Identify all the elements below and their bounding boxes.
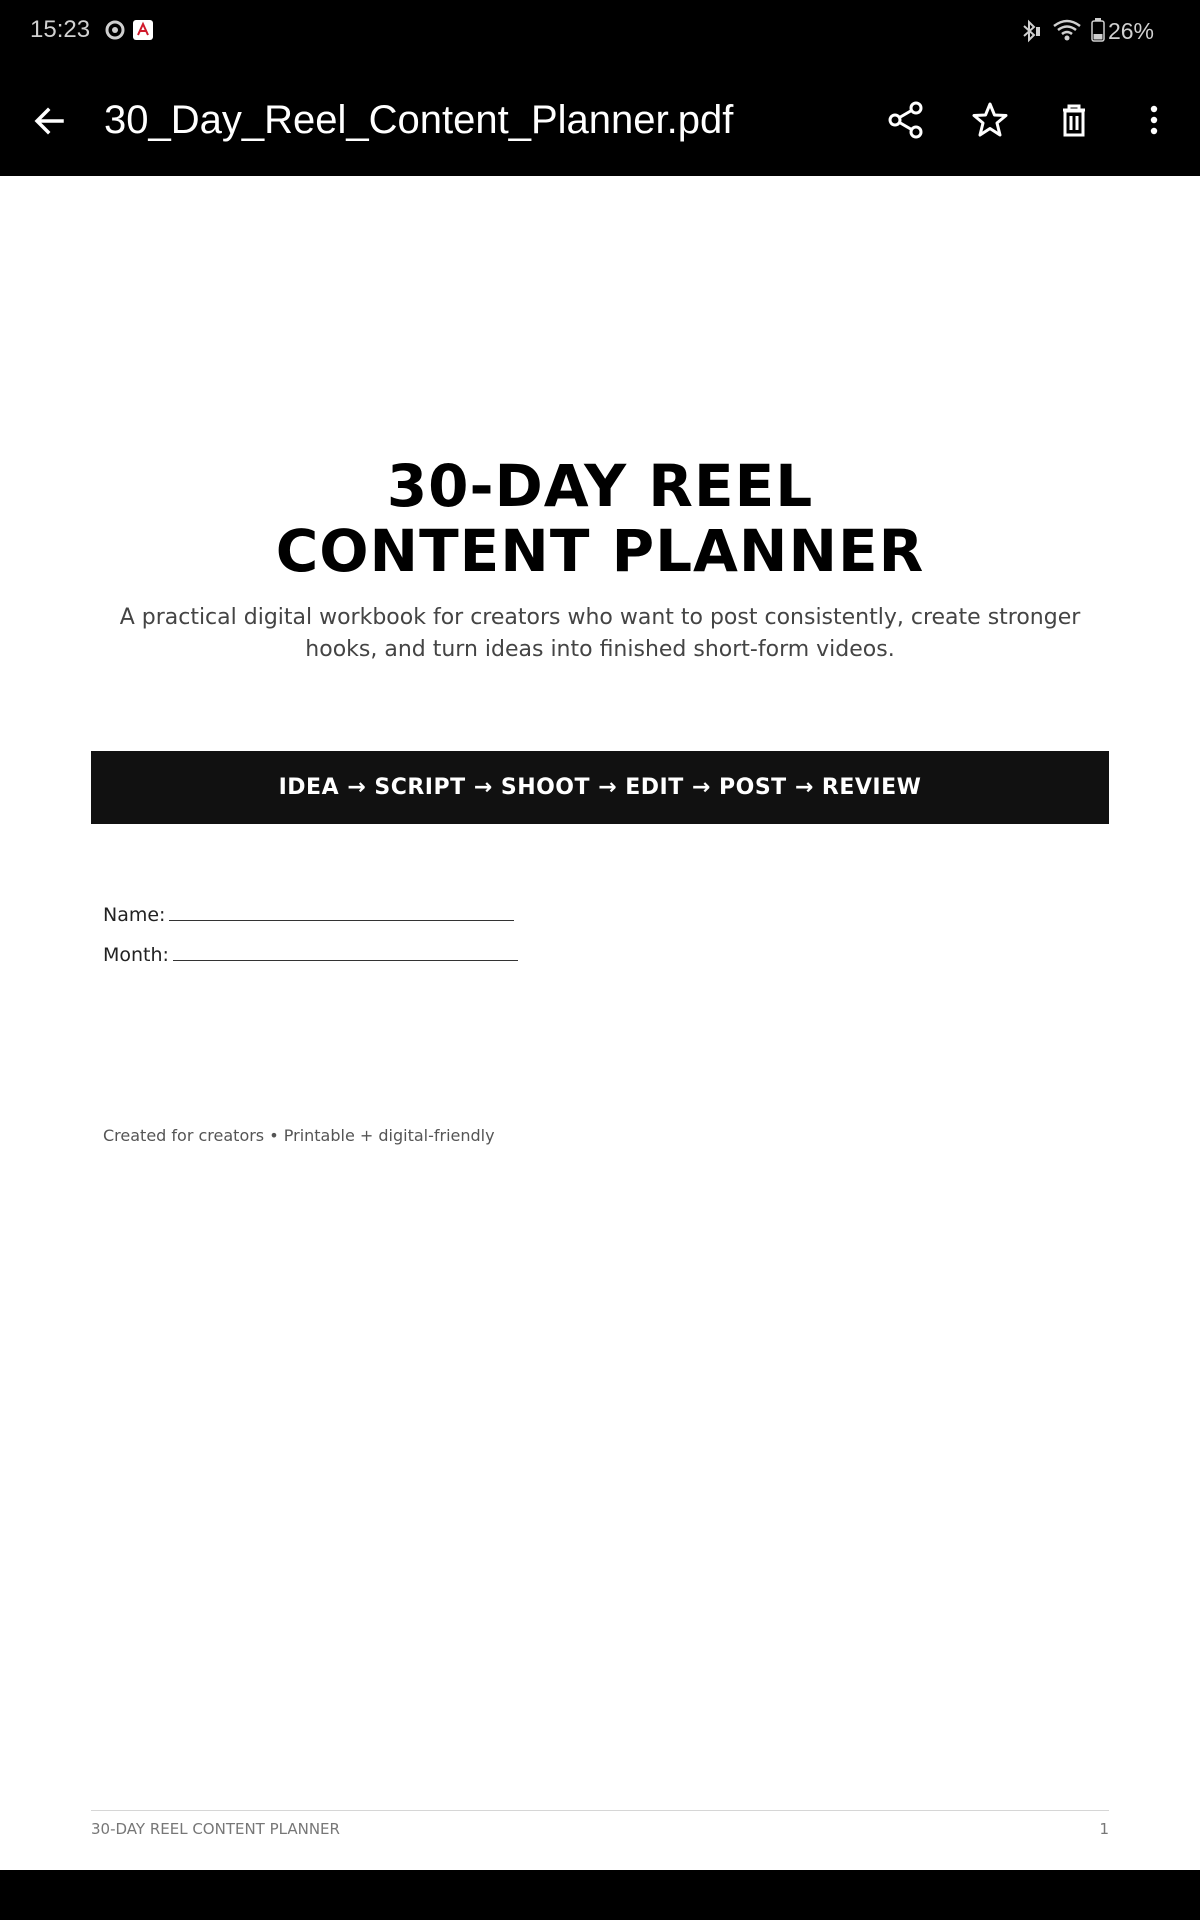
planner-title: 30-DAY REEL CONTENT PLANNER (0, 454, 1200, 584)
more-vert-icon[interactable] (1130, 96, 1178, 144)
planner-subtitle: A practical digital workbook for creator… (119, 605, 1081, 662)
month-field: Month: (103, 944, 518, 966)
acrobat-icon (133, 20, 153, 44)
bluetooth-icon (1020, 19, 1042, 47)
back-arrow-icon[interactable] (28, 100, 70, 142)
page-number: 1 (1099, 1820, 1109, 1838)
process-banner-text: IDEA → SCRIPT → SHOOT → EDIT → POST → RE… (278, 775, 922, 800)
status-bar: 15:23 26% (0, 0, 1200, 64)
name-blank-line (169, 904, 515, 921)
chrome-icon (105, 20, 125, 44)
name-field: Name: (103, 904, 515, 926)
planner-title-line1: 30-DAY REEL (386, 452, 814, 520)
month-blank-line (172, 944, 518, 961)
share-icon[interactable] (882, 96, 930, 144)
star-icon[interactable] (966, 96, 1014, 144)
battery-percentage: 26% (1107, 18, 1154, 44)
delete-icon[interactable] (1050, 96, 1098, 144)
battery-icon (1091, 18, 1105, 46)
page-footer-title: 30-DAY REEL CONTENT PLANNER (91, 1820, 340, 1838)
name-label: Name: (103, 904, 166, 926)
process-banner: IDEA → SCRIPT → SHOOT → EDIT → POST → RE… (91, 751, 1109, 824)
created-note: Created for creators • Printable + digit… (103, 1126, 495, 1145)
pdf-page[interactable]: 30-DAY REEL CONTENT PLANNER A practical … (0, 176, 1200, 1870)
status-time: 15:23 (30, 16, 91, 43)
footer-divider (91, 1810, 1109, 1811)
app-bar: 30_Day_Reel_Content_Planner.pdf (0, 64, 1200, 176)
wifi-icon (1052, 18, 1082, 46)
month-label: Month: (103, 944, 169, 966)
document-title: 30_Day_Reel_Content_Planner.pdf (104, 98, 734, 142)
planner-title-line2: CONTENT PLANNER (275, 517, 925, 585)
